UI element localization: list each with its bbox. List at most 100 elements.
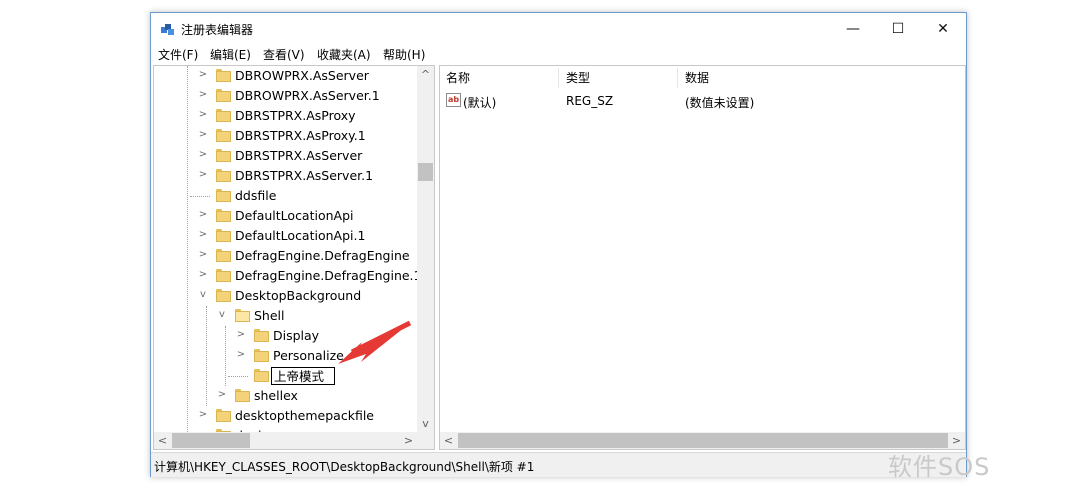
tree-item-label: DesktopBackground: [235, 288, 362, 303]
tree-item-label: DBRSTPRX.AsServer.1: [235, 168, 374, 183]
folder-icon: [235, 389, 250, 402]
values-pane[interactable]: 名称 类型 数据 ab (默认) REG_SZ (数值未设置) < >: [439, 65, 966, 450]
tree-item-label: DefragEngine.DefragEngine.1: [235, 268, 422, 283]
expand-arrow-icon[interactable]: >: [198, 129, 208, 141]
column-header-type[interactable]: 类型: [566, 68, 590, 90]
expand-arrow-icon[interactable]: >: [198, 209, 208, 221]
collapse-arrow-icon[interactable]: v: [198, 289, 208, 301]
expand-arrow-icon[interactable]: >: [217, 389, 227, 401]
scrollbar-thumb[interactable]: [458, 433, 948, 448]
scroll-down-arrow-icon[interactable]: v: [417, 415, 434, 432]
tree-item[interactable]: > DefragEngine.DefragEngine.1: [154, 266, 422, 286]
tree-item-label: DBROWPRX.AsServer.1: [235, 88, 380, 103]
tree-item-label: ddsfile: [235, 188, 277, 203]
expand-arrow-icon[interactable]: >: [236, 329, 246, 341]
folder-icon: [216, 249, 231, 262]
tree-item-label: Display: [273, 328, 320, 343]
column-separator[interactable]: [558, 68, 559, 88]
column-header-data[interactable]: 数据: [685, 68, 709, 90]
folder-icon: [216, 69, 231, 82]
folder-icon: [216, 269, 231, 282]
menu-help[interactable]: 帮助(H): [383, 46, 425, 63]
collapse-arrow-icon[interactable]: v: [217, 309, 227, 321]
status-path: 计算机\HKEY_CLASSES_ROOT\DesktopBackground\…: [154, 460, 535, 474]
tree-item-new-key[interactable]: 上帝模式: [154, 366, 416, 386]
tree-item[interactable]: > DBRSTPRX.AsProxy.1: [154, 126, 416, 146]
expand-arrow-icon[interactable]: >: [198, 409, 208, 421]
folder-icon: [216, 109, 231, 122]
tree-item[interactable]: > DBRSTPRX.AsServer: [154, 146, 416, 166]
tree-item-label: Personalize: [273, 348, 344, 363]
expand-arrow-icon[interactable]: >: [198, 269, 208, 281]
regedit-window: 注册表编辑器 — ☐ ✕ 文件(F) 编辑(E) 查看(V) 收藏夹(A) 帮助…: [150, 12, 967, 477]
key-tree-pane[interactable]: > DBROWPRX.AsServer > DBROWPRX.AsServer.…: [153, 65, 435, 450]
tree-item[interactable]: > DefaultLocationApi.1: [154, 226, 416, 246]
tree-item[interactable]: > DBROWPRX.AsServer: [154, 66, 416, 86]
tree-item-desktopbackground[interactable]: v DesktopBackground: [154, 286, 416, 306]
tree-item[interactable]: > DefaultLocationApi: [154, 206, 416, 226]
folder-icon: [216, 409, 231, 422]
tree-item-shell[interactable]: v Shell: [154, 306, 416, 326]
expand-arrow-icon[interactable]: >: [198, 169, 208, 181]
expand-arrow-icon[interactable]: >: [198, 229, 208, 241]
tree-item[interactable]: > Display: [154, 326, 416, 346]
expand-arrow-icon[interactable]: >: [198, 109, 208, 121]
tree-item[interactable]: > desktopthemepackfile: [154, 406, 416, 426]
scroll-left-arrow-icon[interactable]: <: [154, 432, 171, 449]
tree-item[interactable]: > DefragEngine.DefragEngine: [154, 246, 416, 266]
value-name: (默认): [463, 96, 497, 110]
window-title: 注册表编辑器: [181, 23, 254, 37]
values-horizontal-scrollbar[interactable]: < >: [440, 432, 965, 449]
maximize-icon: ☐: [891, 20, 905, 37]
maximize-button[interactable]: ☐: [875, 13, 921, 44]
tree-item[interactable]: > DBRSTPRX.AsProxy: [154, 106, 416, 126]
folder-icon: [216, 149, 231, 162]
column-separator[interactable]: [677, 68, 678, 88]
tree-item-label: shellex: [254, 388, 298, 403]
scrollbar-thumb[interactable]: [418, 163, 433, 181]
expand-arrow-icon[interactable]: >: [198, 249, 208, 261]
scroll-up-arrow-icon[interactable]: ^: [417, 66, 434, 83]
folder-icon: [216, 129, 231, 142]
title-bar[interactable]: 注册表编辑器 — ☐ ✕: [151, 13, 966, 44]
expand-arrow-icon[interactable]: >: [236, 349, 246, 361]
open-folder-icon: [235, 309, 250, 322]
folder-icon: [216, 169, 231, 182]
tree-vertical-scrollbar[interactable]: ^ v: [417, 66, 434, 432]
folder-icon: [216, 209, 231, 222]
menu-view[interactable]: 查看(V): [263, 46, 305, 63]
status-bar: 计算机\HKEY_CLASSES_ROOT\DesktopBackground\…: [151, 452, 966, 477]
folder-icon: [216, 229, 231, 242]
expand-arrow-icon[interactable]: >: [198, 89, 208, 101]
tree-horizontal-scrollbar[interactable]: < >: [154, 432, 417, 449]
scrollbar-thumb[interactable]: [172, 433, 250, 448]
tree-item[interactable]: > DBRSTPRX.AsServer.1: [154, 166, 416, 186]
minimize-button[interactable]: —: [830, 13, 876, 44]
close-button[interactable]: ✕: [920, 13, 966, 44]
rename-key-input[interactable]: 上帝模式: [271, 367, 335, 385]
tree-item[interactable]: ddsfile: [154, 186, 416, 206]
column-header-name[interactable]: 名称: [446, 68, 470, 90]
tree-item[interactable]: > DBROWPRX.AsServer.1: [154, 86, 416, 106]
expand-arrow-icon[interactable]: >: [198, 69, 208, 81]
minimize-icon: —: [846, 20, 860, 37]
tree-guide-line: [190, 196, 210, 197]
value-type: REG_SZ: [566, 94, 614, 108]
menu-favorites[interactable]: 收藏夹(A): [317, 46, 371, 63]
regedit-app-icon: [161, 24, 174, 35]
string-value-icon: ab: [446, 93, 461, 107]
scroll-right-arrow-icon[interactable]: >: [400, 432, 417, 449]
menu-file[interactable]: 文件(F): [158, 46, 198, 63]
tree-item-label: Shell: [254, 308, 285, 323]
tree-item-label: DefaultLocationApi.1: [235, 228, 366, 243]
tree-guide-line: [228, 376, 248, 377]
expand-arrow-icon[interactable]: >: [198, 149, 208, 161]
tree-item-label: desktopthemepackfile: [235, 408, 374, 423]
close-icon: ✕: [937, 20, 949, 37]
tree-item[interactable]: > shellex: [154, 386, 416, 406]
tree-item[interactable]: > Personalize: [154, 346, 416, 366]
scroll-left-arrow-icon[interactable]: <: [440, 432, 457, 449]
folder-icon: [216, 89, 231, 102]
tree-item-label: DefragEngine.DefragEngine: [235, 248, 410, 263]
menu-edit[interactable]: 编辑(E): [210, 46, 251, 63]
